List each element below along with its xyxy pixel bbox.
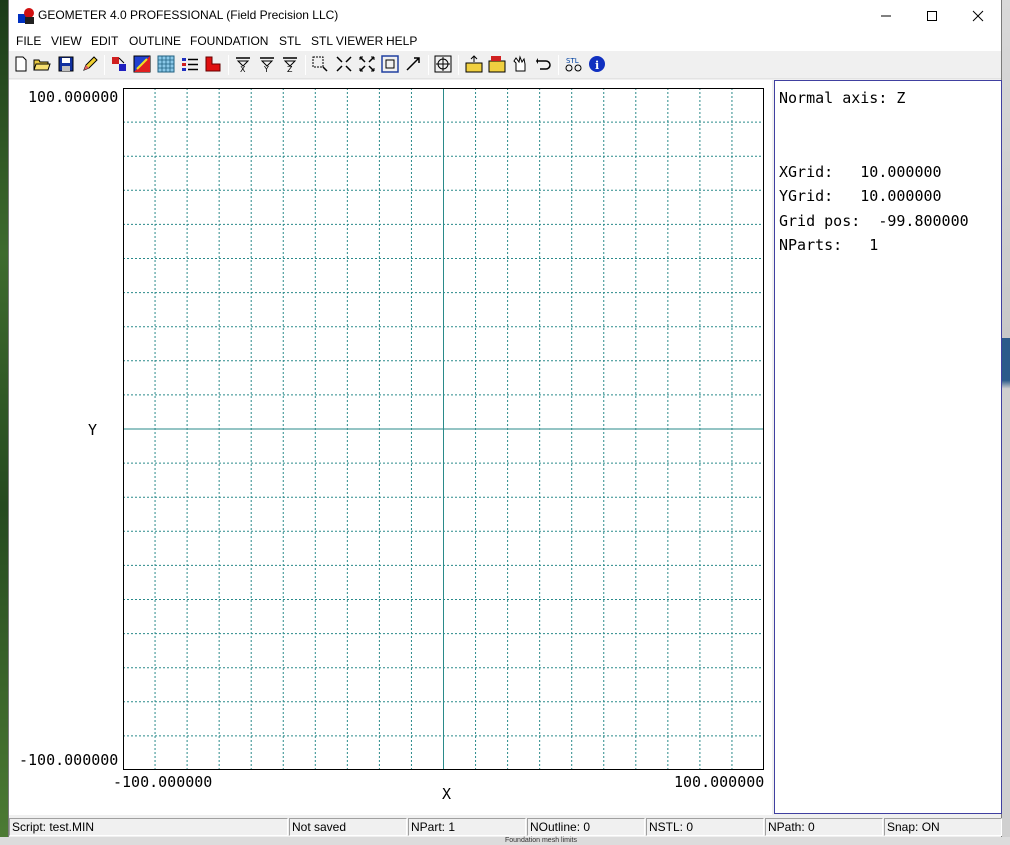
- zoom-window-icon[interactable]: [311, 55, 329, 73]
- drawing-canvas[interactable]: 100.000000 -100.000000 -100.000000 100.0…: [9, 80, 772, 815]
- desktop-background-right: [1001, 0, 1010, 845]
- svg-text:Z: Z: [287, 65, 293, 73]
- crosshair-icon[interactable]: [434, 55, 452, 73]
- menu-file[interactable]: FILE: [16, 34, 41, 48]
- y-axis-label: Y: [88, 421, 98, 439]
- svg-text:STL: STL: [566, 57, 579, 65]
- minimize-icon: [881, 15, 891, 16]
- title-bar[interactable]: GEOMETER 4.0 PROFESSIONAL (Field Precisi…: [9, 0, 1001, 31]
- status-bar: Script: test.MIN Not saved NPart: 1 NOut…: [9, 817, 1002, 837]
- x-axis-min-label: -100.000000: [113, 773, 213, 791]
- y-axis-max-label: 100.000000: [28, 88, 119, 106]
- red-shape-icon[interactable]: [204, 55, 222, 73]
- menu-edit[interactable]: EDIT: [91, 34, 118, 48]
- menu-foundation[interactable]: FOUNDATION: [190, 34, 268, 48]
- undo-icon[interactable]: [534, 55, 552, 73]
- svg-text:i: i: [595, 59, 599, 72]
- filter-z-icon[interactable]: Z: [281, 55, 299, 73]
- zoom-out-icon[interactable]: [358, 55, 376, 73]
- save-icon[interactable]: [57, 55, 75, 73]
- toolbar-separator: [104, 55, 105, 75]
- x-axis-max-label: 100.000000: [674, 773, 765, 791]
- status-noutline: NOutline: 0: [527, 818, 645, 836]
- pan-arrow-icon[interactable]: [404, 55, 422, 73]
- new-file-icon[interactable]: [12, 55, 30, 73]
- info-icon[interactable]: i: [588, 55, 606, 73]
- status-snap: Snap: ON: [884, 818, 1002, 836]
- background-window-caption: Foundation mesh limits: [505, 837, 577, 844]
- xgrid-text: XGrid: 10.000000: [779, 163, 942, 181]
- folder-yellow-icon[interactable]: [488, 55, 506, 73]
- fit-view-icon[interactable]: [381, 55, 399, 73]
- menu-outline[interactable]: OUTLINE: [129, 34, 181, 48]
- status-script: Script: test.MIN: [9, 818, 288, 836]
- app-logo-icon: [18, 8, 34, 24]
- open-folder-icon[interactable]: [33, 55, 51, 73]
- zoom-in-icon[interactable]: [335, 55, 353, 73]
- toolbar-separator: [305, 55, 306, 75]
- grid-pattern-icon[interactable]: [157, 55, 175, 73]
- pencil-icon[interactable]: [81, 55, 99, 73]
- svg-text:Y: Y: [263, 65, 269, 73]
- status-npart: NPart: 1: [408, 818, 526, 836]
- folder-up-icon[interactable]: [465, 55, 483, 73]
- svg-text:X: X: [240, 65, 246, 73]
- window-title: GEOMETER 4.0 PROFESSIONAL (Field Precisi…: [38, 8, 339, 22]
- background-window-strip: Foundation mesh limits: [0, 837, 1010, 845]
- x-axis-label: X: [442, 785, 452, 803]
- maximize-button[interactable]: [909, 0, 955, 31]
- y-axis-min-label: -100.000000: [19, 751, 119, 769]
- toolbar: X Y Z STL i: [9, 51, 1001, 79]
- close-icon: [972, 10, 984, 21]
- minimize-button[interactable]: [863, 0, 909, 31]
- filter-x-icon[interactable]: X: [234, 55, 252, 73]
- grid-plot[interactable]: [123, 88, 764, 770]
- status-nstl: NSTL: 0: [646, 818, 764, 836]
- menu-stl[interactable]: STL: [279, 34, 301, 48]
- toolbar-separator: [558, 55, 559, 75]
- color-fill-icon[interactable]: [133, 55, 151, 73]
- parts-icon[interactable]: [110, 55, 128, 73]
- menu-help[interactable]: HELP: [386, 34, 417, 48]
- hand-pointer-icon[interactable]: [511, 55, 529, 73]
- toolbar-separator: [458, 55, 459, 75]
- list-icon[interactable]: [181, 55, 199, 73]
- grid-pos-text: Grid pos: -99.800000: [779, 212, 969, 230]
- status-npath: NPath: 0: [765, 818, 883, 836]
- toolbar-separator: [428, 55, 429, 75]
- toolbar-separator: [228, 55, 229, 75]
- info-panel: Normal axis: Z XGrid: 10.000000 YGrid: 1…: [774, 80, 1002, 814]
- app-window: GEOMETER 4.0 PROFESSIONAL (Field Precisi…: [8, 0, 1002, 845]
- menu-view[interactable]: VIEW: [51, 34, 82, 48]
- normal-axis-text: Normal axis: Z: [779, 89, 906, 107]
- stl-icon[interactable]: STL: [565, 55, 583, 73]
- menu-stl-viewer[interactable]: STL VIEWER: [311, 34, 383, 48]
- nparts-text: NParts: 1: [779, 236, 879, 254]
- maximize-icon: [927, 10, 937, 21]
- status-saved: Not saved: [289, 818, 407, 836]
- ygrid-text: YGrid: 10.000000: [779, 187, 942, 205]
- menu-bar: FILE VIEW EDIT OUTLINE FOUNDATION STL ST…: [9, 31, 1001, 51]
- close-button[interactable]: [955, 0, 1001, 31]
- filter-y-icon[interactable]: Y: [258, 55, 276, 73]
